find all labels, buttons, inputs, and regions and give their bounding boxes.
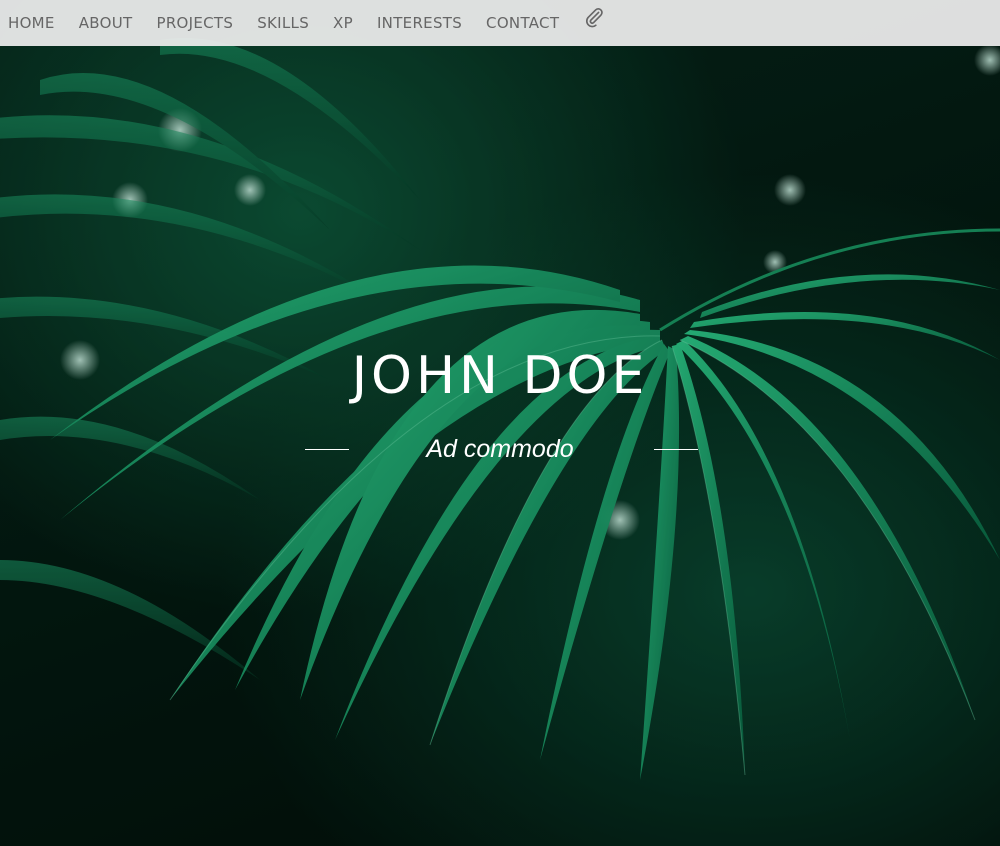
nav-link-projects[interactable]: PROJECTS — [156, 14, 233, 32]
hero-section: JOHN DOE Ad commodo HOME ABOUT PROJECTS … — [0, 0, 1000, 846]
nav-link-skills[interactable]: SKILLS — [257, 14, 309, 32]
nav-link-about[interactable]: ABOUT — [79, 14, 133, 32]
nav-link-interests[interactable]: INTERESTS — [377, 14, 462, 32]
hero-subtitle-row: Ad commodo — [0, 432, 1000, 466]
background-palm-image — [0, 0, 1000, 846]
paperclip-icon[interactable] — [583, 6, 605, 28]
nav-link-home[interactable]: HOME — [8, 14, 55, 32]
nav-link-contact[interactable]: CONTACT — [486, 14, 559, 32]
subtitle-divider-right — [654, 449, 698, 450]
nav-link-xp[interactable]: XP — [333, 14, 353, 32]
top-navbar: HOME ABOUT PROJECTS SKILLS XP INTERESTS … — [0, 0, 1000, 46]
hero-title: JOHN DOE — [351, 346, 649, 406]
hero-subtitle: Ad commodo — [426, 435, 574, 463]
